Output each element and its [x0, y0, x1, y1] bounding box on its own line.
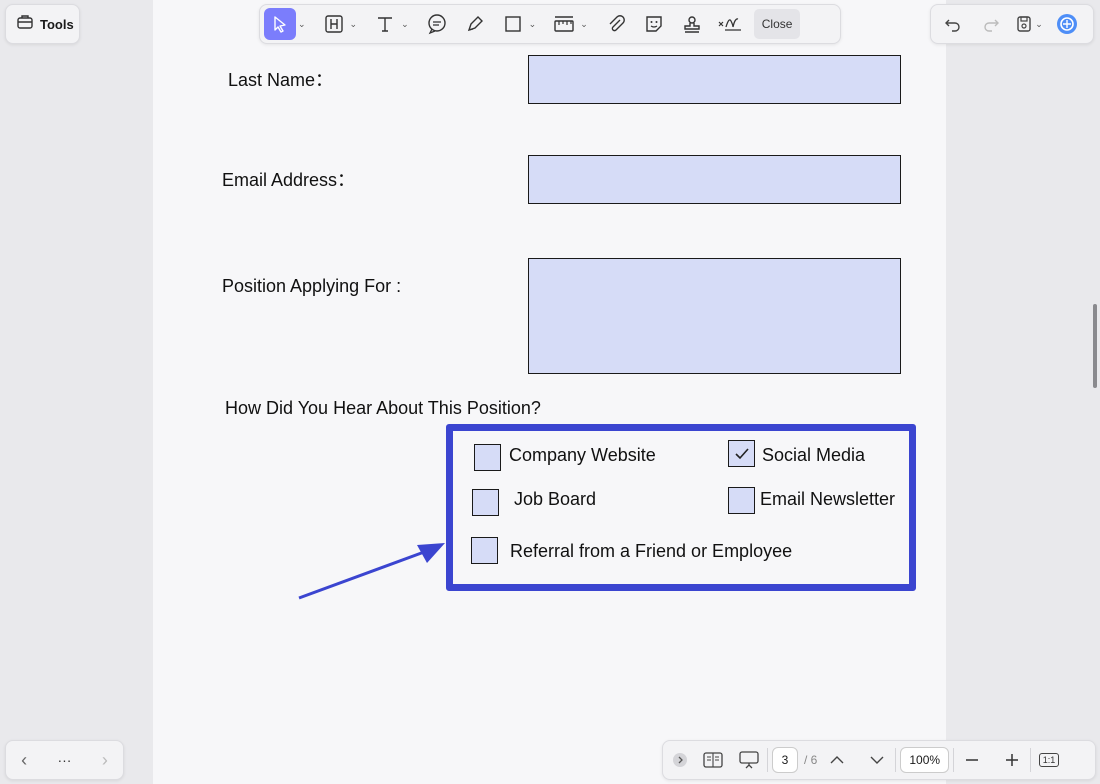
paperclip-icon — [609, 15, 625, 32]
reading-mode-button[interactable] — [699, 744, 727, 776]
chevron-down-icon[interactable]: ⌄ — [580, 19, 588, 30]
attachment-tool-button[interactable] — [602, 8, 630, 40]
last-name-field[interactable] — [528, 55, 901, 104]
redo-icon — [984, 19, 999, 32]
close-button[interactable]: Close — [753, 9, 801, 39]
email-label: Email Address： — [222, 170, 356, 190]
zoom-out-button[interactable] — [958, 744, 986, 776]
job-board-checkbox[interactable] — [472, 489, 499, 516]
highlight-tool-button[interactable] — [320, 8, 348, 40]
chevron-down-icon[interactable]: ⌄ — [401, 19, 409, 30]
social-media-checkbox[interactable] — [728, 440, 755, 467]
undo-button[interactable] — [939, 8, 967, 40]
highlight-icon — [324, 15, 343, 33]
company-website-checkbox[interactable] — [474, 444, 501, 471]
stamp-tool-button[interactable] — [678, 8, 706, 40]
chevron-down-icon[interactable]: ⌄ — [529, 19, 537, 30]
sticker-icon — [646, 16, 662, 32]
save-icon — [1017, 16, 1031, 32]
chevron-down-icon — [870, 756, 884, 764]
social-media-label: Social Media — [762, 445, 866, 465]
total-pages: / 6 — [804, 753, 818, 767]
divider — [1030, 748, 1032, 772]
ai-assistant-icon — [1057, 14, 1077, 34]
job-board-label: Job Board — [514, 489, 597, 509]
presentation-icon — [739, 751, 759, 769]
divider — [953, 748, 955, 772]
plus-icon — [1006, 754, 1019, 766]
shape-tool-button[interactable] — [499, 8, 527, 40]
expand-button[interactable] — [669, 744, 691, 776]
position-label: Position Applying For : — [222, 276, 402, 296]
hear-question-label: How Did You Hear About This Position? — [225, 398, 541, 418]
comment-icon — [427, 14, 446, 35]
tools-panel[interactable]: Tools — [5, 4, 80, 44]
measure-tool-button[interactable] — [550, 8, 578, 40]
checkmark-icon — [734, 447, 749, 459]
zoom-level-input[interactable]: 100% — [900, 747, 950, 773]
toolbox-icon — [16, 13, 34, 36]
referral-checkbox[interactable] — [471, 537, 498, 564]
chevron-down-icon[interactable]: ⌄ — [298, 19, 306, 30]
text-icon — [378, 17, 393, 32]
presentation-button[interactable] — [735, 744, 763, 776]
pencil-icon — [467, 16, 483, 32]
tools-label: Tools — [40, 16, 74, 32]
arrow-annotation[interactable] — [295, 535, 450, 605]
pencil-tool-button[interactable] — [461, 8, 489, 40]
stamp-icon — [684, 16, 700, 33]
last-name-label: Last Name： — [228, 70, 334, 90]
more-button[interactable]: ··· — [57, 752, 71, 768]
vertical-scrollbar[interactable] — [1093, 304, 1097, 388]
previous-page-button[interactable] — [823, 744, 851, 776]
actual-size-button[interactable]: 1:1 — [1035, 744, 1063, 776]
comment-tool-button[interactable] — [423, 8, 451, 40]
ai-assistant-button[interactable] — [1053, 8, 1081, 40]
sticker-tool-button[interactable] — [640, 8, 668, 40]
chevron-down-icon[interactable]: ⌄ — [1035, 19, 1043, 30]
text-tool-button[interactable] — [371, 8, 399, 40]
email-newsletter-checkbox[interactable] — [728, 487, 755, 514]
document-page — [153, 0, 946, 784]
signature-tool-button[interactable] — [716, 8, 744, 40]
save-button[interactable]: ⌄ — [1015, 8, 1043, 40]
select-tool-button[interactable] — [264, 8, 296, 40]
chevron-left-icon[interactable]: ‹ — [21, 750, 27, 771]
zoom-in-button[interactable] — [998, 744, 1026, 776]
referral-label: Referral from a Friend or Employee — [510, 541, 793, 561]
cursor-arrow-icon — [274, 16, 286, 33]
chevron-up-icon — [830, 756, 844, 764]
chevron-circle-right-icon — [673, 753, 687, 767]
chevron-right-icon[interactable]: › — [102, 750, 108, 771]
email-field[interactable] — [528, 155, 901, 204]
undo-icon — [945, 19, 960, 32]
page-number-input[interactable]: 3 — [772, 747, 798, 773]
annotation-toolbar: ⌄ ⌄ ⌄ ⌄ ⌄ Close — [259, 4, 841, 44]
divider — [767, 748, 768, 772]
status-bar: 3 / 6 100% 1:1 — [662, 740, 1096, 780]
next-page-button[interactable] — [863, 744, 891, 776]
divider — [895, 748, 897, 772]
ruler-icon — [554, 16, 574, 32]
rectangle-icon — [504, 16, 521, 32]
minus-icon — [966, 759, 979, 761]
book-icon — [703, 752, 723, 768]
email-newsletter-label: Email Newsletter — [760, 489, 896, 509]
chevron-down-icon[interactable]: ⌄ — [350, 19, 358, 30]
redo-button[interactable] — [977, 8, 1005, 40]
position-field[interactable] — [528, 258, 901, 374]
company-website-label: Company Website — [509, 445, 656, 465]
signature-icon — [718, 18, 741, 31]
history-toolbar: ⌄ — [930, 4, 1094, 44]
page-nav-panel: ‹ ··· › — [5, 740, 124, 780]
actual-size-icon: 1:1 — [1038, 753, 1060, 767]
